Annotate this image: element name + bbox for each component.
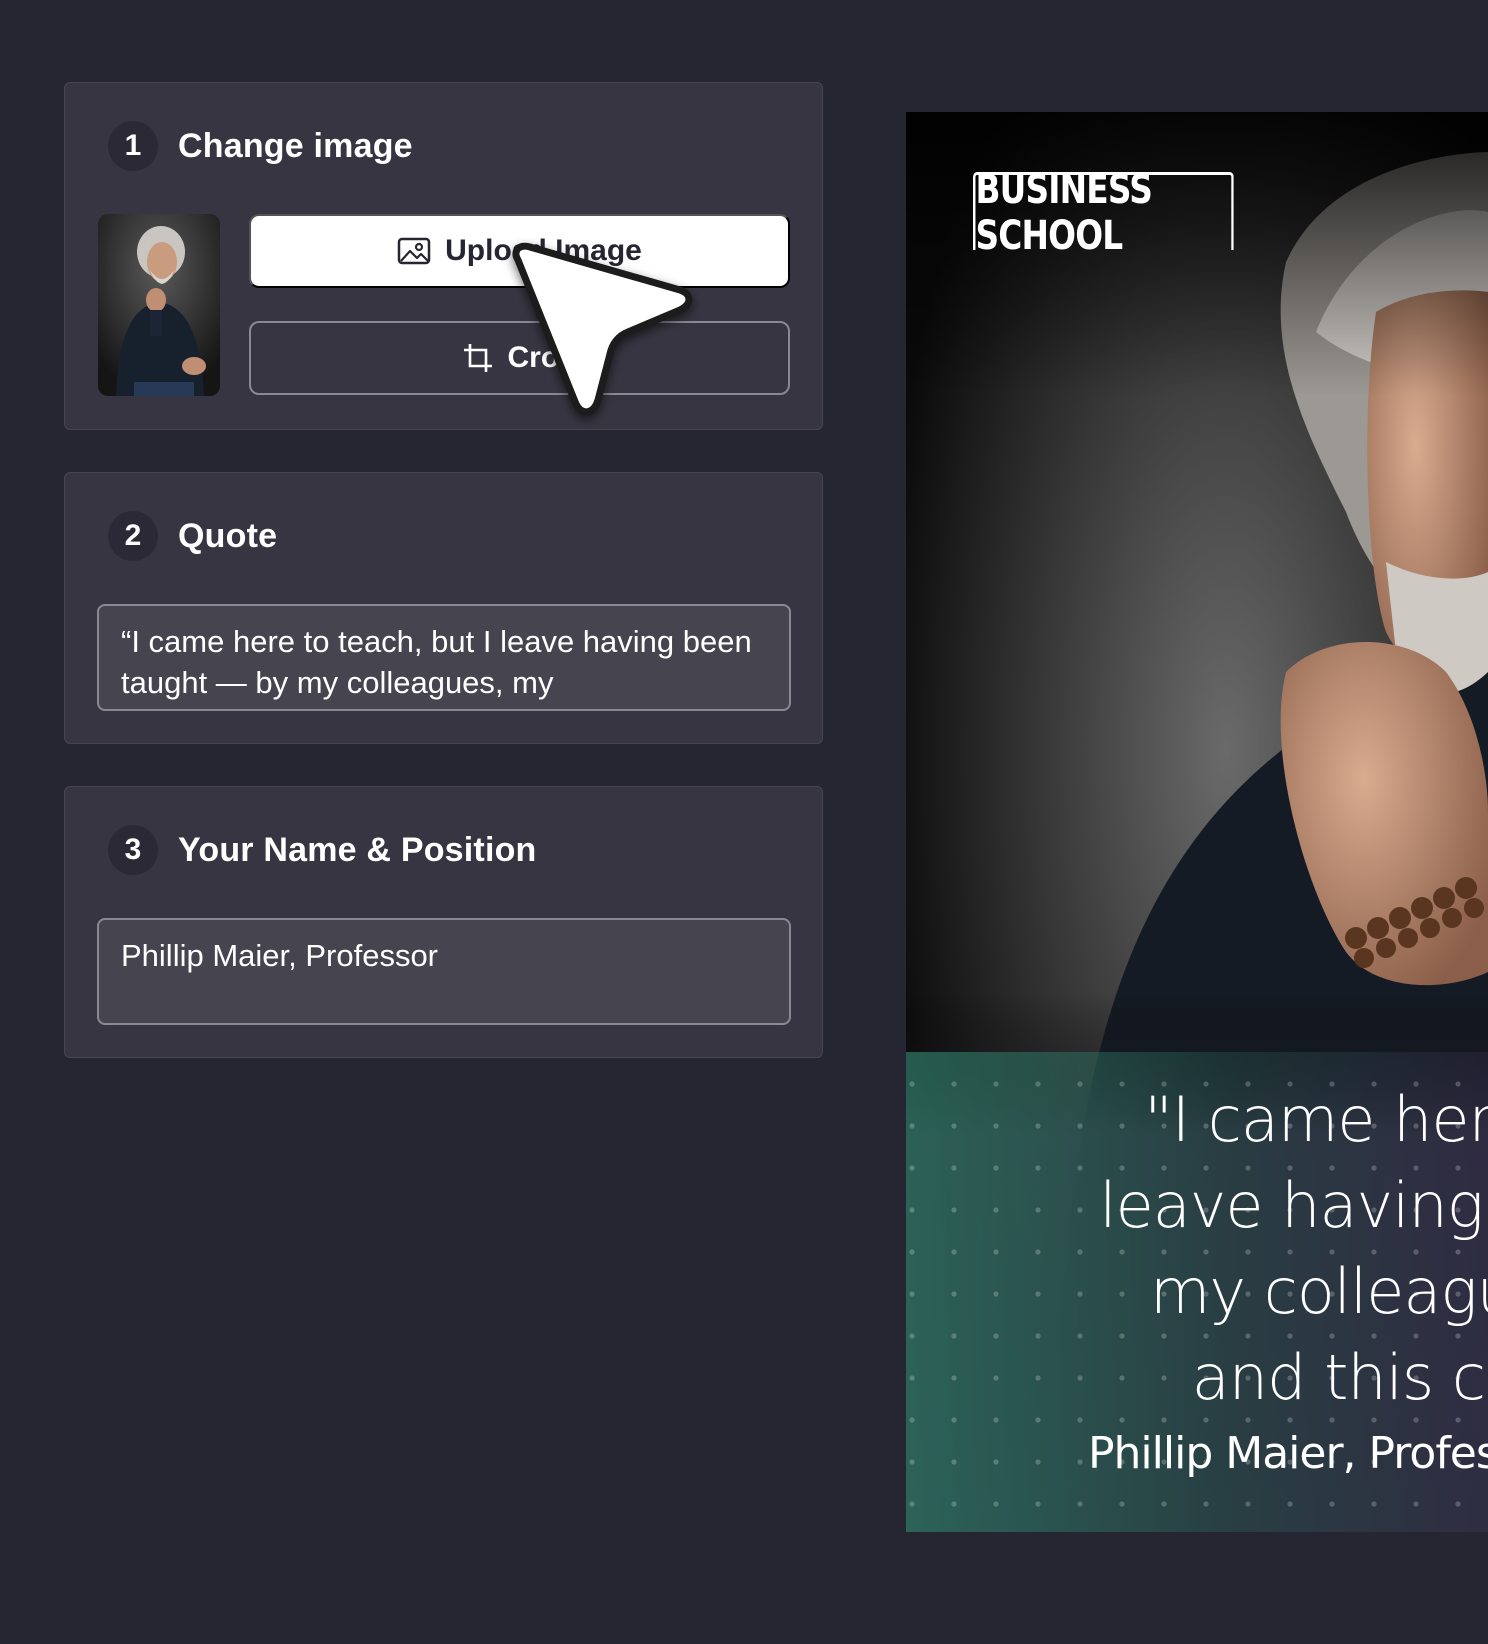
step-number: 1 [108,121,158,171]
step-header: 1 Change image [108,121,413,171]
step-number: 3 [108,825,158,875]
name-position-panel: 3 Your Name & Position Phillip Maier, Pr… [64,786,823,1058]
step-header: 2 Quote [108,511,277,561]
step-title: Your Name & Position [178,830,537,869]
name-position-field[interactable]: Phillip Maier, Professor [97,918,791,1025]
business-school-badge: BUSINESS SCHOOL [973,167,1234,259]
quote-textarea[interactable]: “I came here to teach, but I leave havin… [97,604,791,711]
image-icon [397,237,431,265]
crop-label: Crop [507,341,578,374]
badge-text: BUSINESS SCHOOL [975,166,1152,259]
poster-quote-text: "I came here to leave having been my col… [1099,1083,1488,1414]
portrait-thumbnail[interactable] [98,214,220,396]
upload-image-button[interactable]: Upload Image [249,214,790,288]
crop-button[interactable]: Crop [249,321,790,395]
step-title: Change image [178,126,413,165]
poster-name-text: Phillip Maier, Profess [1088,1428,1488,1479]
change-image-panel: 1 Change image Upload Image Crop [64,82,823,430]
portrait-thumbnail-image [98,214,220,396]
poster-preview: BUSINESS SCHOOL "I came here to leave ha… [906,112,1488,1532]
step-title: Quote [178,516,278,555]
step-number: 2 [108,511,158,561]
crop-icon [463,344,492,372]
step-header: 3 Your Name & Position [108,825,537,875]
upload-image-label: Upload Image [445,234,642,267]
quote-panel: 2 Quote “I came here to teach, but I lea… [64,472,823,744]
editor-page: 1 Change image Upload Image Crop 2 Quote… [0,0,1488,1644]
